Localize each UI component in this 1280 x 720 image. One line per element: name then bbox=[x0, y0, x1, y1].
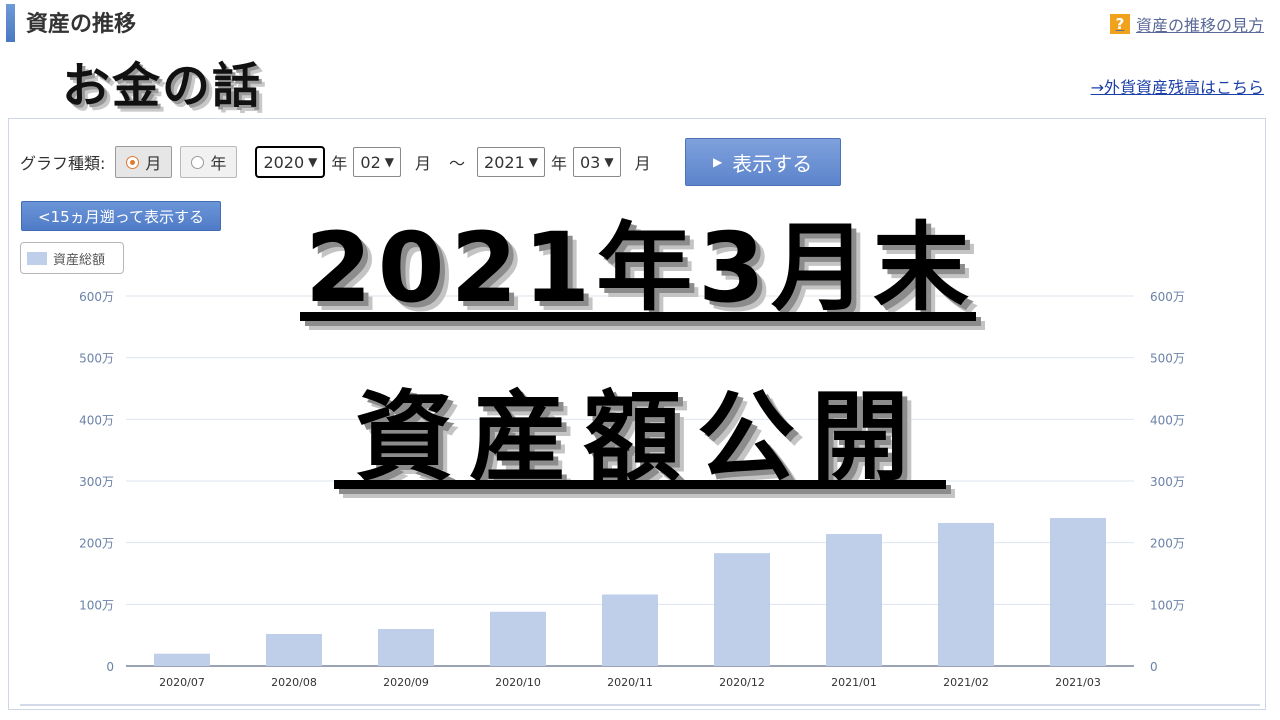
x-tick-label: 2021/01 bbox=[831, 676, 877, 689]
x-tick-label: 2020/09 bbox=[383, 676, 429, 689]
y-tick-label-left: 200万 bbox=[79, 537, 114, 551]
panel-bottom-divider bbox=[20, 704, 1260, 706]
y-tick-label-right: 0 bbox=[1150, 660, 1158, 674]
bar bbox=[826, 534, 882, 666]
x-tick-label: 2020/08 bbox=[271, 676, 317, 689]
x-tick-label: 2020/10 bbox=[495, 676, 541, 689]
overlay-title-line1: 2021年3月末 bbox=[305, 212, 975, 324]
bar bbox=[378, 629, 434, 666]
bar bbox=[938, 522, 994, 666]
overlay-title-line2: 資産額公開 bbox=[354, 381, 925, 495]
y-tick-label-right: 100万 bbox=[1150, 598, 1185, 612]
bar bbox=[714, 553, 770, 666]
overlay-underline-2 bbox=[334, 480, 946, 489]
bar bbox=[266, 633, 322, 666]
y-tick-label-left: 0 bbox=[106, 660, 114, 674]
bar bbox=[154, 653, 210, 666]
x-tick-label: 2021/02 bbox=[943, 676, 989, 689]
bar bbox=[1050, 518, 1106, 666]
y-tick-label-right: 200万 bbox=[1150, 537, 1185, 551]
y-tick-label-left: 100万 bbox=[79, 598, 114, 612]
bar bbox=[602, 594, 658, 666]
x-tick-label: 2020/07 bbox=[159, 676, 205, 689]
x-tick-label: 2020/12 bbox=[719, 676, 765, 689]
overlay-underline-1 bbox=[300, 312, 976, 321]
x-tick-label: 2021/03 bbox=[1055, 676, 1101, 689]
x-tick-label: 2020/11 bbox=[607, 676, 653, 689]
bar bbox=[490, 611, 546, 666]
